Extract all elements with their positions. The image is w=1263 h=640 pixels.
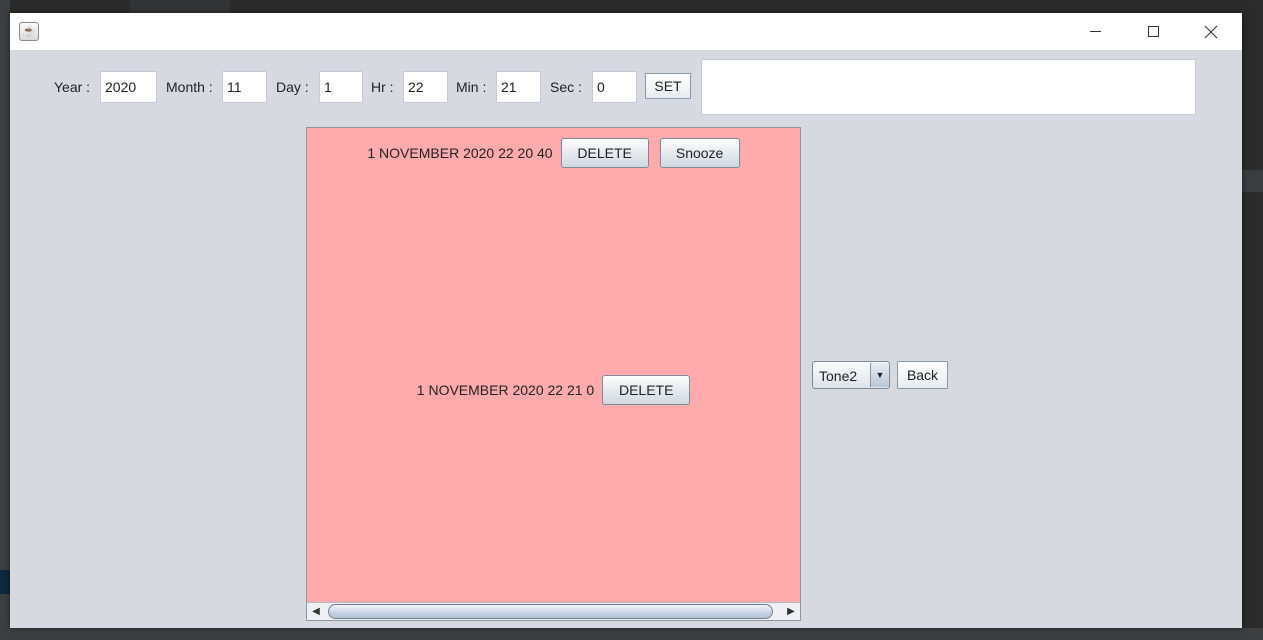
chevron-down-icon[interactable]: ▼ (870, 363, 889, 387)
back-button[interactable]: Back (897, 361, 948, 389)
minimize-button[interactable] (1072, 13, 1118, 50)
delete-alarm-button[interactable]: DELETE (560, 138, 649, 168)
ide-highlight (1242, 170, 1263, 192)
scrollbar-thumb[interactable] (328, 604, 773, 619)
java-coffee-icon[interactable]: ☕ (19, 22, 39, 41)
month-label: Month : (166, 79, 213, 95)
tone-select[interactable]: Tone2 ▼ (812, 361, 890, 389)
minimize-icon (1089, 31, 1101, 32)
delete-alarm-button[interactable]: DELETE (602, 375, 691, 405)
year-label: Year : (54, 79, 91, 95)
alarm-window: ☕ Year : 2020 Month : 11 Day : 1 Hr : 22… (10, 13, 1242, 628)
status-text-area[interactable] (701, 59, 1196, 115)
close-button[interactable] (1188, 13, 1234, 50)
day-field[interactable]: 1 (319, 71, 363, 103)
scroll-left-icon[interactable]: ◀ (307, 603, 325, 620)
alarm-time: 1 NOVEMBER 2020 22 20 40 (367, 145, 553, 161)
set-button[interactable]: SET (645, 73, 691, 99)
hour-label: Hr : (371, 79, 394, 95)
title-bar[interactable]: ☕ (10, 13, 1242, 50)
ide-status-bar (0, 628, 1263, 640)
alarm-row: 1 NOVEMBER 2020 22 20 40 DELETE Snooze (307, 138, 800, 168)
second-label: Sec : (550, 79, 582, 95)
minute-label: Min : (456, 79, 487, 95)
close-icon (1204, 25, 1218, 38)
scroll-right-icon[interactable]: ▶ (782, 603, 800, 620)
ide-project-panel (0, 0, 10, 640)
content-pane: Year : 2020 Month : 11 Day : 1 Hr : 22 M… (10, 50, 1242, 628)
month-field[interactable]: 11 (222, 71, 267, 103)
day-label: Day : (276, 79, 309, 95)
tone-selected-value: Tone2 (819, 368, 858, 384)
alarm-row: 1 NOVEMBER 2020 22 21 0 DELETE (307, 375, 800, 405)
hour-field[interactable]: 22 (403, 71, 448, 103)
year-field[interactable]: 2020 (100, 71, 157, 103)
second-field[interactable]: 0 (592, 71, 637, 103)
alarm-list-pane[interactable]: 1 NOVEMBER 2020 22 20 40 DELETE Snooze 1… (306, 127, 801, 621)
snooze-button[interactable]: Snooze (659, 138, 740, 168)
ide-right-panel (1242, 0, 1263, 640)
maximize-icon (1147, 26, 1159, 37)
ide-selected-item (0, 570, 10, 594)
maximize-button[interactable] (1130, 13, 1176, 50)
horizontal-scrollbar[interactable]: ◀ ▶ (307, 602, 800, 620)
minute-field[interactable]: 21 (496, 71, 541, 103)
alarm-time: 1 NOVEMBER 2020 22 21 0 (416, 382, 595, 398)
